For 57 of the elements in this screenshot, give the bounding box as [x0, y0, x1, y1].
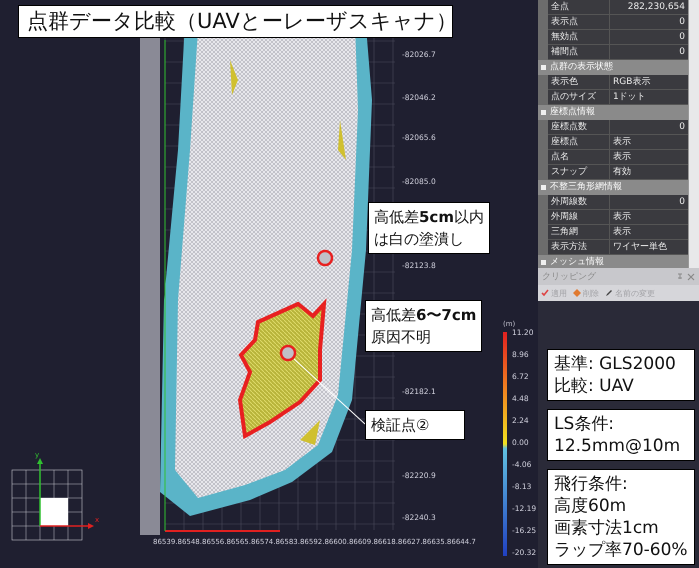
close-icon[interactable] — [687, 272, 695, 280]
marker-circle — [280, 344, 296, 362]
note-box: 飛行条件: 高度60m 画素寸法1cm ラップ率70-60% — [547, 469, 695, 565]
property-value: 表示 — [610, 225, 688, 240]
property-value: 0 — [610, 120, 688, 135]
image-title: 点群データ比較（UAVとーレーザスキャナ） — [18, 5, 453, 38]
scrollbar[interactable] — [688, 0, 699, 268]
section-title: メッシュ情報 — [550, 256, 604, 268]
section-header[interactable]: 不整三角形網情報 — [538, 180, 688, 195]
callout-box: 高低差5cm以内 は白の塗潰し — [368, 202, 490, 254]
check-icon — [541, 289, 549, 297]
property-label: 三角網 — [548, 225, 610, 240]
property-value: 282,230,654 — [610, 0, 688, 15]
property-value: 0 — [610, 15, 688, 30]
property-label: 表示色 — [548, 75, 610, 90]
property-label: 無効点 — [548, 30, 610, 45]
property-label: 座標点数 — [548, 120, 610, 135]
property-label: 全点 — [548, 0, 610, 15]
section-title: 点群の表示状態 — [550, 60, 613, 74]
property-label: 外周線数 — [548, 195, 610, 210]
callout-box: 高低差6〜7cm 原因不明 — [365, 300, 482, 352]
property-value: 有効 — [610, 165, 688, 180]
diamond-icon — [573, 289, 581, 297]
property-label: 座標点 — [548, 135, 610, 150]
pencil-icon — [605, 289, 613, 297]
collapse-icon — [541, 260, 546, 265]
panel-title: クリッピング — [542, 270, 597, 283]
property-label: スナップ — [548, 165, 610, 180]
section-header[interactable]: メッシュ情報 — [538, 255, 688, 268]
property-value: 0 — [610, 195, 688, 210]
section-header[interactable]: 点群の表示状態 — [538, 60, 688, 75]
property-value: 0 — [610, 30, 688, 45]
note-box: 基準: GLS2000 比較: UAV — [547, 349, 695, 401]
section-title: 不整三角形網情報 — [550, 180, 622, 194]
property-label: 表示方法 — [548, 240, 610, 255]
leader-line — [294, 358, 366, 424]
property-value: ワイヤー単色 — [610, 240, 688, 255]
property-label: 補間点 — [548, 45, 610, 60]
property-value: 表示 — [610, 210, 688, 225]
pin-icon[interactable] — [676, 272, 684, 280]
section-title: 座標点情報 — [550, 106, 595, 119]
marker-circle — [316, 250, 334, 266]
property-value: 0 — [610, 45, 688, 60]
property-value: 表示 — [610, 150, 688, 165]
collapse-icon — [541, 185, 546, 190]
property-label: 点名 — [548, 150, 610, 165]
property-label: 表示点 — [548, 15, 610, 30]
property-value: 1ドット — [610, 90, 688, 105]
collapse-icon — [541, 110, 546, 115]
property-label: 外周線 — [548, 210, 610, 225]
note-box: LS条件: 12.5mm@10m — [547, 409, 695, 461]
section-header[interactable]: 座標点情報 — [538, 105, 688, 120]
property-value: 表示 — [610, 135, 688, 150]
property-label: 点のサイズ — [548, 90, 610, 105]
collapse-icon — [541, 65, 546, 70]
callout-box: 検証点② — [365, 410, 465, 440]
property-value: RGB表示 — [610, 75, 688, 90]
